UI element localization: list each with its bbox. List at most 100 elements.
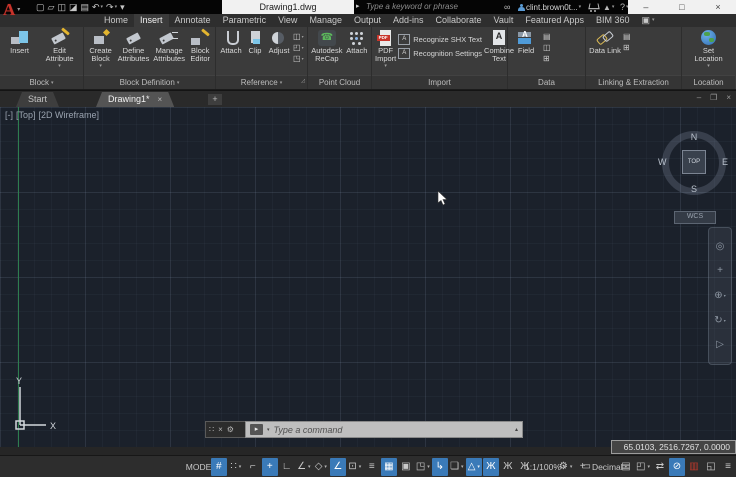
viewcube-top-face[interactable]: TOP <box>682 150 706 174</box>
snap-to-underlays-button[interactable]: ◳ ▾ <box>293 54 304 63</box>
navigation-wheel-button[interactable]: ◎ <box>716 241 725 253</box>
ole-object-button[interactable]: ◫ <box>543 43 551 52</box>
tab-parametric[interactable]: Parametric <box>217 14 273 27</box>
isometric-drafting-toggle[interactable]: ◇ ▾ <box>313 458 329 476</box>
hardware-acceleration-toggle[interactable]: ⇄ <box>652 458 668 476</box>
qat-menu-button[interactable]: ▾ <box>120 0 125 14</box>
panel-caption-point-cloud[interactable]: Point Cloud <box>308 75 371 89</box>
panel-caption-data[interactable]: Data <box>508 75 585 89</box>
annotation-scale-button[interactable]: 1:1/100% ▾ <box>525 458 565 476</box>
underlay-layers-button[interactable]: ◫ ▾ <box>293 32 304 41</box>
pan-button[interactable]: + <box>717 265 723 277</box>
tab-manage[interactable]: Manage <box>303 14 348 27</box>
panel-caption-block[interactable]: Block ▾ <box>0 75 83 89</box>
qat-new-button[interactable]: ▢ <box>36 0 45 14</box>
orbit-button[interactable]: ↻ ▾ <box>714 315 725 327</box>
lineweight-toggle[interactable]: ≡ <box>364 458 380 476</box>
graphics-performance-toggle[interactable]: ▥ <box>686 458 702 476</box>
command-input[interactable]: ▸ ▾ Type a command ▴ <box>245 421 523 438</box>
qat-save-button[interactable]: ◫ <box>57 0 66 14</box>
drag-grip-icon[interactable]: ∷ <box>209 425 214 434</box>
stay-connected-button[interactable]: ▲ ▾ <box>603 0 614 14</box>
tab-output[interactable]: Output <box>348 14 387 27</box>
doc-minimize-button[interactable]: – <box>697 93 701 102</box>
command-recent-caret-icon[interactable]: ▾ <box>267 427 270 433</box>
autoscale-toggle[interactable]: Ж <box>500 458 516 476</box>
workspace-switching-button[interactable]: ⚙ ▾ <box>558 458 574 476</box>
viewcube-west[interactable]: W <box>658 157 667 167</box>
panel-caption-reference[interactable]: Reference ▾ ◿ <box>216 75 307 89</box>
object-snap-tracking-toggle[interactable]: ∠ <box>329 457 346 476</box>
field-button[interactable]: A Field <box>510 29 542 56</box>
manage-attributes-button[interactable]: Manage Attributes <box>152 29 187 64</box>
customization-button[interactable]: ≡ <box>720 458 736 476</box>
ortho-mode-toggle[interactable]: ∟ <box>279 458 295 476</box>
upload-to-source-button[interactable]: ⊞ <box>623 43 631 52</box>
zoom-button[interactable]: ⊕ ▾ <box>714 290 725 302</box>
qat-redo-button[interactable]: ↷ ▾ <box>106 0 117 14</box>
units-button[interactable]: ▭ Decimal ▾ <box>581 458 627 476</box>
command-expand-icon[interactable]: ▴ <box>515 426 518 433</box>
tab-addins[interactable]: Add-ins <box>387 14 430 27</box>
doc-close-button[interactable]: × <box>726 93 731 102</box>
viewcube-east[interactable]: E <box>722 157 728 167</box>
ribbon-display-button[interactable]: ▣ ▾ <box>635 14 660 27</box>
grid-display-toggle[interactable]: # <box>210 457 227 476</box>
application-menu-button[interactable]: A ▾ <box>3 0 29 24</box>
viewcube-north[interactable]: N <box>656 132 732 142</box>
app-store-button[interactable] <box>589 0 598 14</box>
hyperlink-button[interactable]: ⊞ <box>543 54 551 63</box>
model-space-button[interactable]: MODEL <box>186 458 216 476</box>
viewport-visual-style-control[interactable]: [2D Wireframe] <box>39 110 100 120</box>
recognize-shx-text-button[interactable]: A Recognize SHX Text <box>398 34 482 45</box>
autodesk-recap-button[interactable]: ☎ Autodesk ReCap <box>310 29 344 64</box>
panel-caption-block-definition[interactable]: Block Definition ▾ <box>84 75 215 89</box>
isolate-objects-button[interactable]: ⊘ <box>669 457 685 476</box>
viewcube-wcs-menu[interactable]: WCS <box>674 211 716 224</box>
recognition-settings-button[interactable]: A Recognition Settings <box>398 48 482 59</box>
block-editor-button[interactable]: Block Editor <box>187 28 213 64</box>
create-block-button[interactable]: Create Block ▾ <box>86 28 115 70</box>
ucs-icon[interactable]: Y X <box>2 375 62 437</box>
infocenter-search-input[interactable]: Type a keyword or phrase <box>366 0 502 14</box>
reference-dialog-launcher-icon[interactable]: ◿ <box>301 75 305 87</box>
tab-vault[interactable]: Vault <box>488 14 520 27</box>
close-button[interactable]: × <box>715 0 720 14</box>
qat-undo-button[interactable]: ↶ ▾ <box>92 0 103 14</box>
file-tab-close-icon[interactable]: × <box>158 92 163 107</box>
maximize-button[interactable]: □ <box>679 0 684 14</box>
clean-screen-button[interactable]: ◱ <box>703 458 719 476</box>
command-recent-icon[interactable]: ▸ <box>250 424 263 435</box>
gizmo-toggle[interactable]: △ ▾ <box>465 457 482 476</box>
data-link-button[interactable]: Data Link <box>588 29 622 56</box>
tab-annotate[interactable]: Annotate <box>169 14 217 27</box>
tab-home[interactable]: Home <box>98 14 134 27</box>
file-tab-start[interactable]: Start <box>16 92 59 107</box>
qat-open-button[interactable]: ▱ <box>48 0 55 14</box>
file-tab-drawing1[interactable]: Drawing1* × <box>96 92 174 107</box>
drawing-canvas[interactable]: [-] [Top] [2D Wireframe] N S W E TOP WCS… <box>0 107 736 447</box>
tab-view[interactable]: View <box>272 14 303 27</box>
doc-restore-button[interactable]: ❐ <box>710 93 717 102</box>
attach-point-cloud-button[interactable]: Attach <box>345 29 369 56</box>
tab-featured-apps[interactable]: Featured Apps <box>519 14 590 27</box>
dynamic-ucs-toggle[interactable]: ↳ <box>431 457 448 476</box>
panel-caption-import[interactable]: Import <box>372 75 507 89</box>
command-line-grip[interactable]: ∷ × ⚙ <box>205 421 245 438</box>
update-fields-button[interactable]: ▤ <box>543 32 551 41</box>
signin-area[interactable]: clint.brown0t... ▾ <box>518 0 581 14</box>
clip-button[interactable]: Clip <box>245 29 265 56</box>
tab-bim-360[interactable]: BIM 360 <box>590 14 636 27</box>
adjust-button[interactable]: Adjust <box>266 29 292 56</box>
search-history-icon[interactable]: ▸ <box>356 0 360 14</box>
selection-filtering-toggle[interactable]: ❏ ▾ <box>449 458 465 476</box>
tab-insert[interactable]: Insert <box>134 14 169 27</box>
quick-properties-toggle[interactable]: ▤ <box>618 458 634 476</box>
minimize-button[interactable]: – <box>643 0 648 14</box>
dynamic-input-toggle[interactable]: + <box>261 457 278 476</box>
command-customize-icon[interactable]: ⚙ <box>227 425 234 434</box>
search-icon[interactable]: ∞ <box>504 0 510 14</box>
object-snap-toggle[interactable]: ⊡ ▾ <box>347 458 363 476</box>
command-close-icon[interactable]: × <box>218 425 223 434</box>
attach-button[interactable]: Attach <box>218 29 244 56</box>
